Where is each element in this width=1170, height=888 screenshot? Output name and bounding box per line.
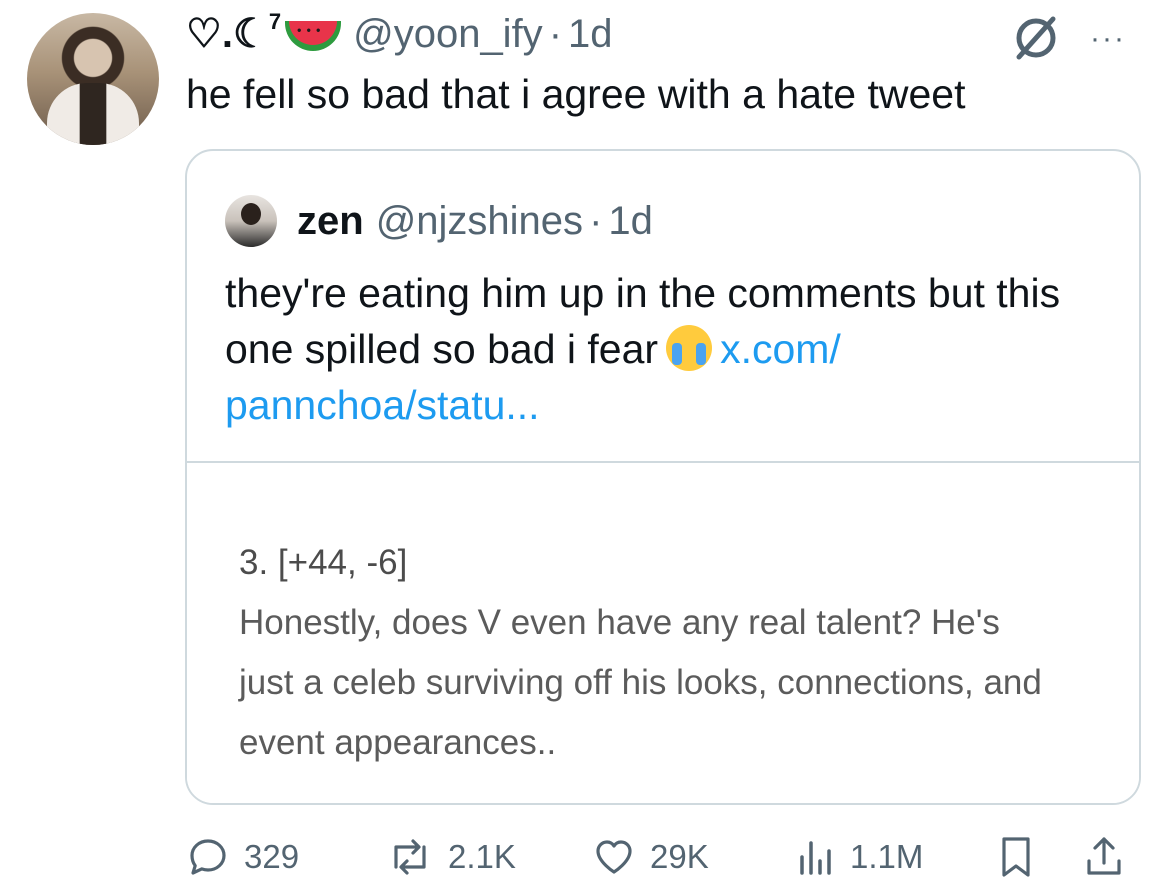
quoted-text-main: they're eating him up in the comments bu… <box>225 270 1061 372</box>
tweet-header: ♡.☾7 @yoon_ify · 1d <box>186 8 613 60</box>
action-bar: 329 2.1K 29K 1.1M <box>0 826 1170 888</box>
reply-count: 329 <box>244 838 300 875</box>
quoted-image[interactable]: 3. [+44, -6] Honestly, does V even have … <box>187 463 1139 803</box>
display-name[interactable]: ♡.☾ 7 <box>186 9 342 57</box>
author-handle[interactable]: @yoon_ify <box>353 12 543 57</box>
like-count: 29K <box>650 838 709 875</box>
quoted-handle[interactable]: @njzshines <box>376 199 583 244</box>
views-button[interactable]: 1.1M <box>796 826 923 888</box>
quoted-avatar[interactable] <box>225 195 277 247</box>
quoted-time[interactable]: 1d <box>608 199 653 244</box>
like-button[interactable]: 29K <box>592 826 709 888</box>
watermelon-icon <box>285 21 342 51</box>
display-name-superscript: 7 <box>268 9 282 34</box>
repost-count: 2.1K <box>448 838 516 875</box>
views-icon <box>800 841 831 875</box>
view-count: 1.1M <box>850 838 924 875</box>
avatar-figure <box>47 83 139 145</box>
quoted-separator-dot: · <box>589 198 603 243</box>
author-avatar[interactable] <box>27 13 159 145</box>
repost-button[interactable]: 2.1K <box>386 826 516 888</box>
comment-number: 3. [+44, -6] <box>239 543 408 582</box>
comment-screenshot: 3. [+44, -6] Honestly, does V even have … <box>239 533 1059 773</box>
separator-dot: · <box>548 11 563 56</box>
share-icon <box>1087 837 1121 875</box>
tweet-text: he fell so bad that i agree with a hate … <box>186 71 966 117</box>
reply-button[interactable]: 329 <box>186 826 299 888</box>
quoted-tweet[interactable]: zen @njzshines · 1d they're eating him u… <box>185 149 1141 805</box>
share-button[interactable] <box>1082 826 1140 888</box>
null-set-icon[interactable] <box>1010 12 1062 64</box>
more-icon[interactable]: ··· <box>1090 22 1126 56</box>
quoted-text: they're eating him up in the comments bu… <box>225 265 1105 433</box>
quoted-header: zen @njzshines · 1d <box>225 195 653 247</box>
quoted-display-name[interactable]: zen <box>297 199 364 244</box>
tweet-time[interactable]: 1d <box>568 12 613 57</box>
reply-icon <box>190 839 226 875</box>
bookmark-icon <box>1002 837 1030 877</box>
bookmark-button[interactable] <box>996 826 1050 888</box>
repost-icon <box>394 839 426 875</box>
crying-face-icon <box>666 325 713 371</box>
comment-text: Honestly, does V even have any real tale… <box>239 603 1042 762</box>
like-icon <box>596 840 632 874</box>
display-name-text: ♡.☾ <box>186 12 269 56</box>
